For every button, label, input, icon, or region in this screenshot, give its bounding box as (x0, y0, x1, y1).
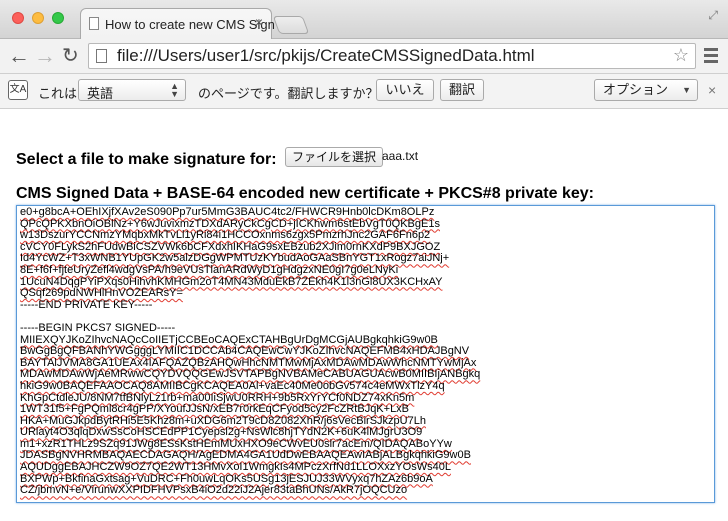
selected-file-name: aaa.txt (382, 149, 419, 163)
bookmark-star-icon[interactable]: ☆ (673, 45, 689, 66)
output-line: m1+xzR1THLz9SZq91JWg8ESsKstHEmMUxHXO9eCW… (20, 437, 452, 450)
output-line: hkiG9w0BAQEFAAOCAQ8AMIIBCgKCAQEA0Al+vaEc… (20, 379, 445, 392)
dropdown-arrow-icon: ▼ (682, 85, 691, 95)
translate-close-icon[interactable]: × (708, 82, 716, 98)
output-line: -----BEGIN PKCS7 SIGNED----- (20, 321, 176, 334)
output-line: URlayt4O3qlqDxwSsCoHSCEdPP1Cyepsl2g+NsWl… (20, 426, 423, 439)
output-text[interactable]: e0+g8bcA+OEhIXjfXAv2eS090Pp7ur5MmG3BAUC4… (17, 206, 714, 498)
address-bar[interactable]: file:///Users/user1/src/pkijs/CreateCMSS… (88, 43, 696, 69)
page-content: Select a file to make signature for: ファイ… (0, 109, 728, 521)
options-label: オプション (603, 82, 669, 97)
output-line: BAYTAlJVMA8GA1UEAx4IAFQAZQBzAHQwHhcNMTMw… (20, 356, 477, 369)
output-line: QPcQPKXbnOiOBlNz+Y6wJuvixmzTDXdARyCkCgCD… (20, 217, 440, 230)
output-textarea[interactable]: e0+g8bcA+OEhIXjfXAv2eS090Pp7ur5MmG3BAUC4… (16, 205, 715, 503)
window-titlebar: How to create new CMS Sign × ⤢ (0, 0, 728, 39)
output-line: 1UcuN4DqgPYiPXqs0HihvhKMHGm2oT4MN43MduEk… (20, 275, 443, 288)
output-label: CMS Signed Data + BASE-64 encoded new ce… (16, 185, 594, 202)
tab-close-icon[interactable]: × (255, 14, 263, 30)
output-line: QSqf269pdNWHlHnVOZEARsY= (20, 287, 183, 300)
browser-toolbar: ← → ↻ file:///Users/user1/src/pkijs/Crea… (0, 39, 728, 74)
reload-icon[interactable]: ↻ (62, 45, 79, 67)
output-line: JDASBgNVHRMBAQAECDAGAQH/AgEDMA4GA1UdDwEB… (20, 449, 471, 462)
zoom-window-button[interactable] (52, 12, 64, 24)
translate-button[interactable]: 翻訳 (440, 79, 484, 101)
translate-icon: 文A (8, 80, 28, 100)
output-line: HKA+MuGJkpdBytRHi5E5Khz8m+uXDG6m2T9cD8Z0… (20, 414, 426, 427)
tab-title: How to create new CMS Sign (105, 17, 275, 32)
output-line: Id4YcWZ+T3xWNB1YUpGK2w5alzDGgWPMTUzKYbud… (20, 252, 450, 265)
output-line: MDAwMDAwWjAeMRwwCQYDVQQGEwJSVTAPBgNVBAMe… (20, 368, 481, 381)
language-select[interactable]: 英語 ▲ ▼ (78, 79, 186, 101)
translate-prefix-text: これは (38, 86, 78, 101)
page-icon (96, 49, 107, 63)
output-line: BXPWp+BkfinaGxtsag+VuDRC+Fh0uwLqOKs5USg1… (20, 472, 433, 485)
output-line: 1WT31f5+FgPQml8cr4gPP/XYoufJJsN/xEB7r0rk… (20, 403, 410, 416)
output-line: CZ/jbmvN+e/VirunwXXPIDFHVPsxB4iO2d22iJ2A… (20, 484, 408, 497)
menu-icon[interactable] (704, 48, 718, 66)
new-tab-button[interactable] (272, 16, 310, 34)
translate-question-text: のページです。翻訳しますか？ (198, 86, 379, 101)
back-arrow-icon[interactable]: ← (8, 45, 30, 67)
no-translate-button[interactable]: いいえ (376, 79, 434, 101)
select-arrows-icon: ▲ ▼ (170, 81, 179, 99)
output-line: 8E+f6f+fjteUryZefl4wdgVsPA/h9eVUsTlanARd… (20, 263, 399, 276)
fullscreen-icon[interactable]: ⤢ (708, 8, 718, 23)
output-line: KhGpCtdleJU/8NM7tfBNlyLz1rb+ma00IiSjwU0R… (20, 391, 415, 404)
minimize-window-button[interactable] (32, 12, 44, 24)
output-line: e0+g8bcA+OEhIXjfXAv2eS090Pp7ur5MmG3BAUC4… (20, 206, 435, 218)
forward-arrow-icon[interactable]: → (34, 45, 56, 67)
output-line: cVCY0FLykS2hFUdwBiCSZVWk6bCFXdxhIKHaG9sx… (20, 240, 441, 253)
output-line: MIIEXQYJKoZIhvcNAQcCoIIETjCCBEoCAQExCTAH… (20, 333, 438, 346)
choose-file-button[interactable]: ファイルを選択 (285, 147, 384, 167)
url-text[interactable]: file:///Users/user1/src/pkijs/CreateCMSS… (117, 46, 535, 66)
output-line: -----END PRIVATE KEY----- (20, 298, 153, 311)
translate-bar: 文A これは 英語 ▲ ▼ のページです。翻訳しますか？ いいえ 翻訳 オプション… (0, 74, 728, 109)
file-select-label: Select a file to make signature for: (16, 151, 277, 168)
language-value: 英語 (87, 86, 114, 101)
options-button[interactable]: オプション ▼ (594, 79, 698, 101)
close-window-button[interactable] (12, 12, 24, 24)
output-line: BwGgBgQFBANhYWGgggLYMIIC1DCCAb4CAQEwCwYJ… (20, 345, 470, 358)
output-line: w13DszurYCCNmzYMqbxMkTvLl1yRi84i1HCCOxnm… (20, 229, 431, 242)
browser-tab[interactable]: How to create new CMS Sign × (80, 8, 275, 39)
output-line: AQUDggEBAJHCZW9OZ7QE2WT13HMvXoI1WmgkIs4M… (20, 461, 451, 474)
document-icon (89, 17, 99, 30)
